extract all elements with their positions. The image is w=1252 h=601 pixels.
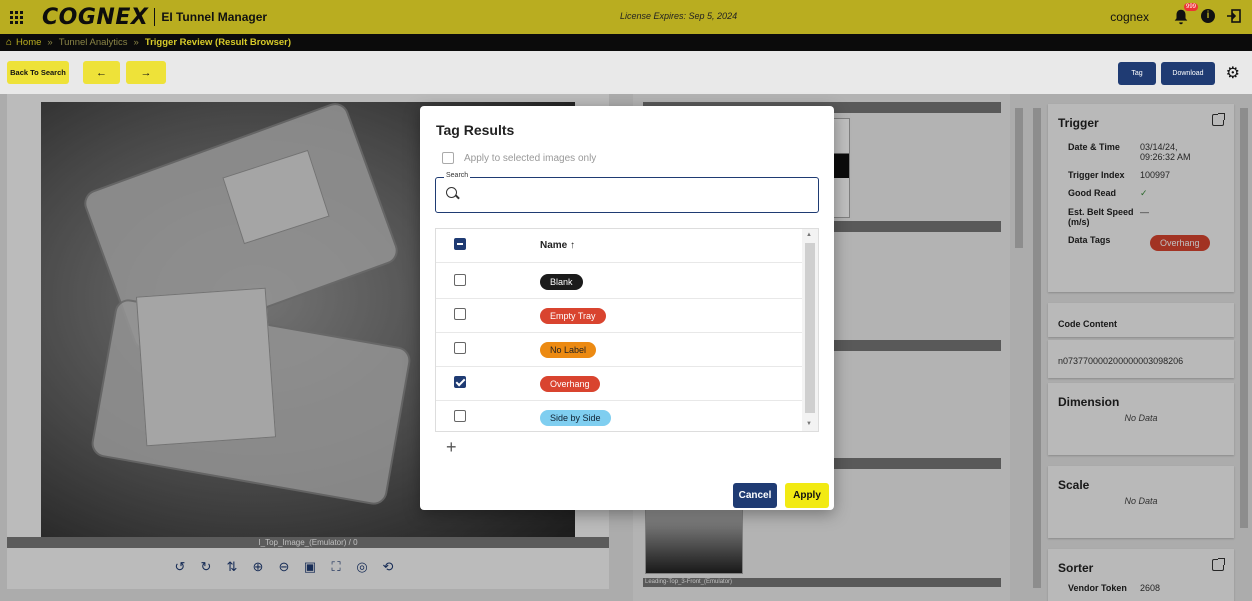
user-menu[interactable]: cognex: [1110, 10, 1149, 24]
search-field[interactable]: Search: [435, 172, 819, 213]
breadcrumb: ⌂ Home » Tunnel Analytics » Trigger Revi…: [0, 34, 1252, 51]
search-input[interactable]: [466, 184, 806, 204]
toolbar: Back To Search ← → Tag Download ⚙: [0, 51, 1252, 94]
apply-selected-label: Apply to selected images only: [464, 152, 597, 164]
top-bar: COGNEX EI Tunnel Manager License Expires…: [0, 0, 1252, 34]
breadcrumb-home[interactable]: Home: [16, 37, 41, 48]
tag-row[interactable]: No Label: [436, 333, 804, 367]
license-expiry: License Expires: Sep 5, 2024: [620, 11, 738, 21]
apps-grid-icon[interactable]: [10, 10, 24, 24]
logo-divider: [154, 8, 156, 26]
gear-icon[interactable]: ⚙: [1226, 63, 1240, 83]
download-button[interactable]: Download: [1161, 62, 1215, 85]
tag-checkbox[interactable]: [454, 376, 466, 388]
select-all-checkbox[interactable]: [454, 238, 466, 250]
tag-checkbox[interactable]: [454, 274, 466, 286]
tag-results-dialog: Tag Results Apply to selected images onl…: [420, 106, 834, 510]
tag-table: Name ↑ Blank Empty Tray No Label Overhang Si…: [435, 228, 819, 432]
info-icon[interactable]: i: [1201, 9, 1215, 23]
tag-pill: No Label: [540, 341, 597, 358]
tag-checkbox[interactable]: [454, 410, 466, 422]
tag-pill: Blank: [540, 273, 583, 290]
notification-badge: 999: [1183, 3, 1198, 11]
apply-selected-checkbox[interactable]: [442, 152, 454, 164]
tag-checkbox[interactable]: [454, 308, 466, 320]
back-to-search-button[interactable]: Back To Search: [7, 61, 69, 84]
cognex-logo: COGNEX: [42, 4, 149, 30]
breadcrumb-tunnel-analytics[interactable]: Tunnel Analytics: [59, 37, 128, 48]
scroll-thumb[interactable]: [805, 243, 815, 413]
add-tag-button[interactable]: +: [446, 437, 457, 458]
apply-selected-option[interactable]: Apply to selected images only: [442, 152, 596, 164]
logout-icon[interactable]: [1226, 8, 1242, 24]
scroll-down-icon[interactable]: ▼: [806, 421, 812, 427]
breadcrumb-separator: »: [47, 37, 53, 48]
tag-button[interactable]: Tag: [1118, 62, 1156, 85]
previous-button[interactable]: ←: [83, 61, 120, 84]
breadcrumb-separator: »: [133, 37, 139, 48]
app-title: EI Tunnel Manager: [161, 10, 268, 24]
breadcrumb-trigger-review: Trigger Review (Result Browser): [144, 37, 292, 48]
dialog-title: Tag Results: [436, 122, 515, 138]
next-button[interactable]: →: [126, 61, 166, 84]
table-scrollbar[interactable]: ▲ ▼: [802, 229, 818, 431]
tag-checkbox[interactable]: [454, 342, 466, 354]
tag-row[interactable]: Empty Tray: [436, 299, 804, 333]
tag-pill: Side by Side: [540, 409, 611, 426]
apply-button[interactable]: Apply: [785, 483, 829, 508]
scroll-up-icon[interactable]: ▲: [806, 232, 812, 238]
tag-row[interactable]: Blank: [436, 265, 804, 299]
cancel-button[interactable]: Cancel: [733, 483, 777, 508]
tag-pill: Overhang: [540, 375, 600, 392]
home-icon[interactable]: ⌂: [6, 37, 12, 48]
tag-row[interactable]: Side by Side: [436, 401, 804, 431]
tag-pill: Empty Tray: [540, 307, 606, 324]
tag-row[interactable]: Overhang: [436, 367, 804, 401]
search-icon: [446, 187, 457, 198]
search-legend: Search: [444, 172, 471, 179]
table-header-row: Name ↑: [436, 229, 804, 263]
name-column-header[interactable]: Name ↑: [486, 240, 575, 251]
